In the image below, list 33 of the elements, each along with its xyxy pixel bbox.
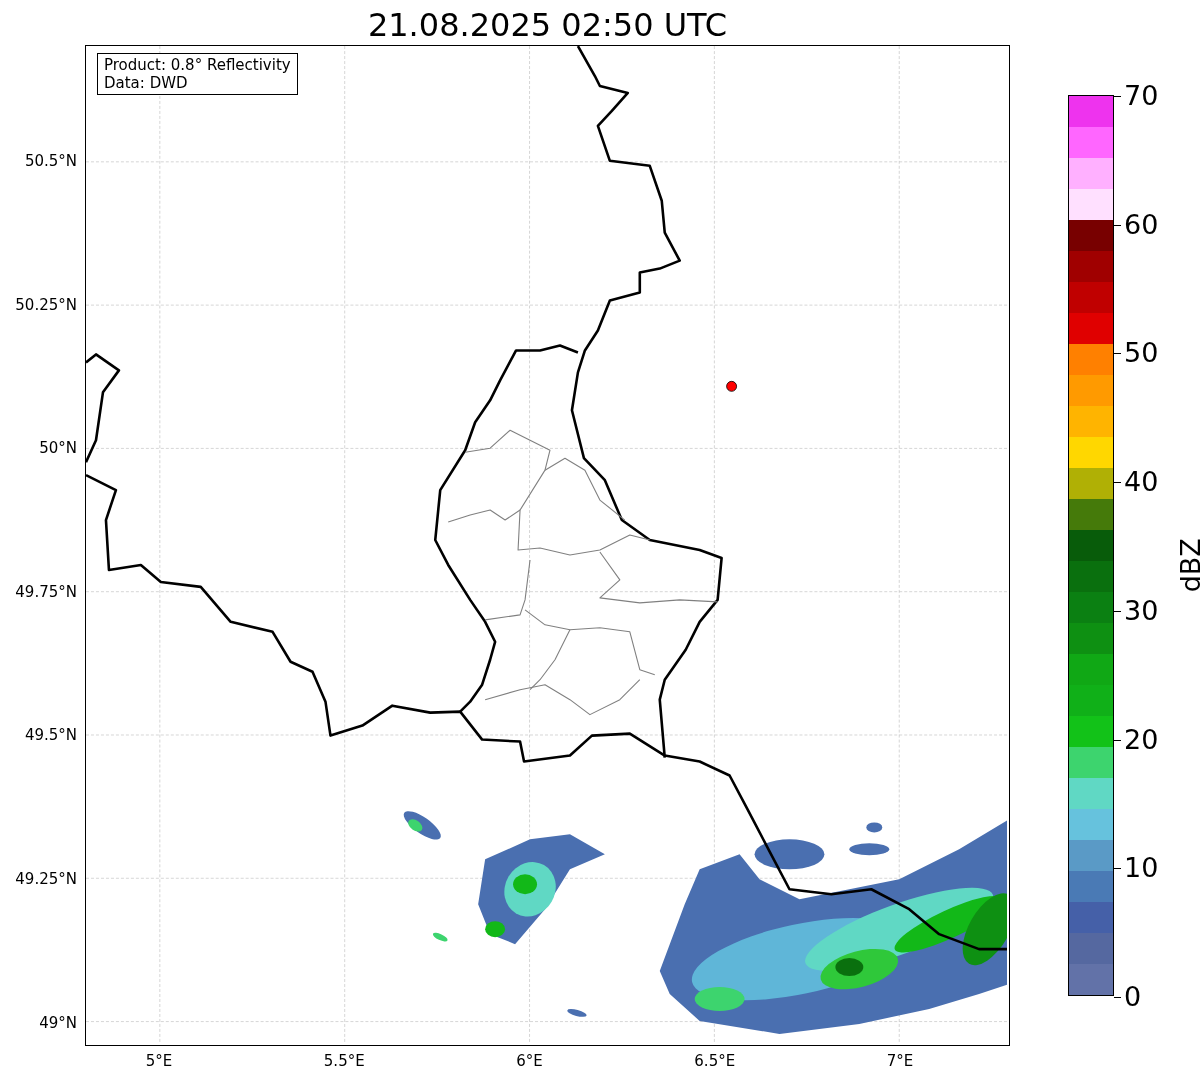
- colorbar-tick-label: 30: [1124, 595, 1159, 626]
- tick-mark: [1114, 224, 1121, 226]
- info-text: Product: 0.8° Reflectivity: [104, 56, 291, 74]
- tick-mark: [1114, 482, 1121, 484]
- axis-tick-label: 5.5°E: [323, 1051, 365, 1072]
- chart-title: 21.08.2025 02:50 UTC: [366, 5, 729, 45]
- axis-tick-label: 5°E: [145, 1051, 173, 1072]
- tick-mark: [1114, 96, 1121, 97]
- axis-tick-label: 49°N: [39, 1012, 77, 1034]
- axis-tick-label: 6°E: [516, 1051, 543, 1072]
- tick-mark: [1114, 353, 1121, 355]
- colorbar-tick-label: 60: [1124, 209, 1159, 240]
- axis-tick-label: 49.25°N: [15, 868, 77, 890]
- tick-mark: [1114, 868, 1121, 870]
- axis-tick-label: 50.25°N: [15, 294, 77, 316]
- location-marker: [726, 380, 737, 392]
- axis-tick-label: 50.5°N: [24, 150, 77, 172]
- colorbar-label: dBZ: [1173, 538, 1202, 593]
- axis-tick-label: 6.5°E: [694, 1051, 736, 1072]
- axis-tick-label: 49.5°N: [24, 725, 77, 747]
- tick-mark: [1114, 997, 1121, 998]
- colorbar-tick-label: 70: [1124, 81, 1159, 111]
- tick-mark: [1114, 610, 1121, 612]
- colorbar-tick-label: 0: [1124, 982, 1142, 1012]
- colorbar-tick-label: 40: [1124, 467, 1159, 498]
- colorbar-tick-label: 10: [1124, 853, 1159, 884]
- colorbar-tick-label: 50: [1124, 338, 1159, 369]
- axis-tick-label: 49.75°N: [15, 581, 77, 603]
- axis-tick-label: 7°E: [886, 1051, 914, 1072]
- axis-tick-label: 50°N: [39, 437, 77, 459]
- colorbar-tick-label: 20: [1124, 724, 1159, 755]
- tick-mark: [1114, 739, 1121, 741]
- info-text: Data: DWD: [104, 74, 189, 92]
